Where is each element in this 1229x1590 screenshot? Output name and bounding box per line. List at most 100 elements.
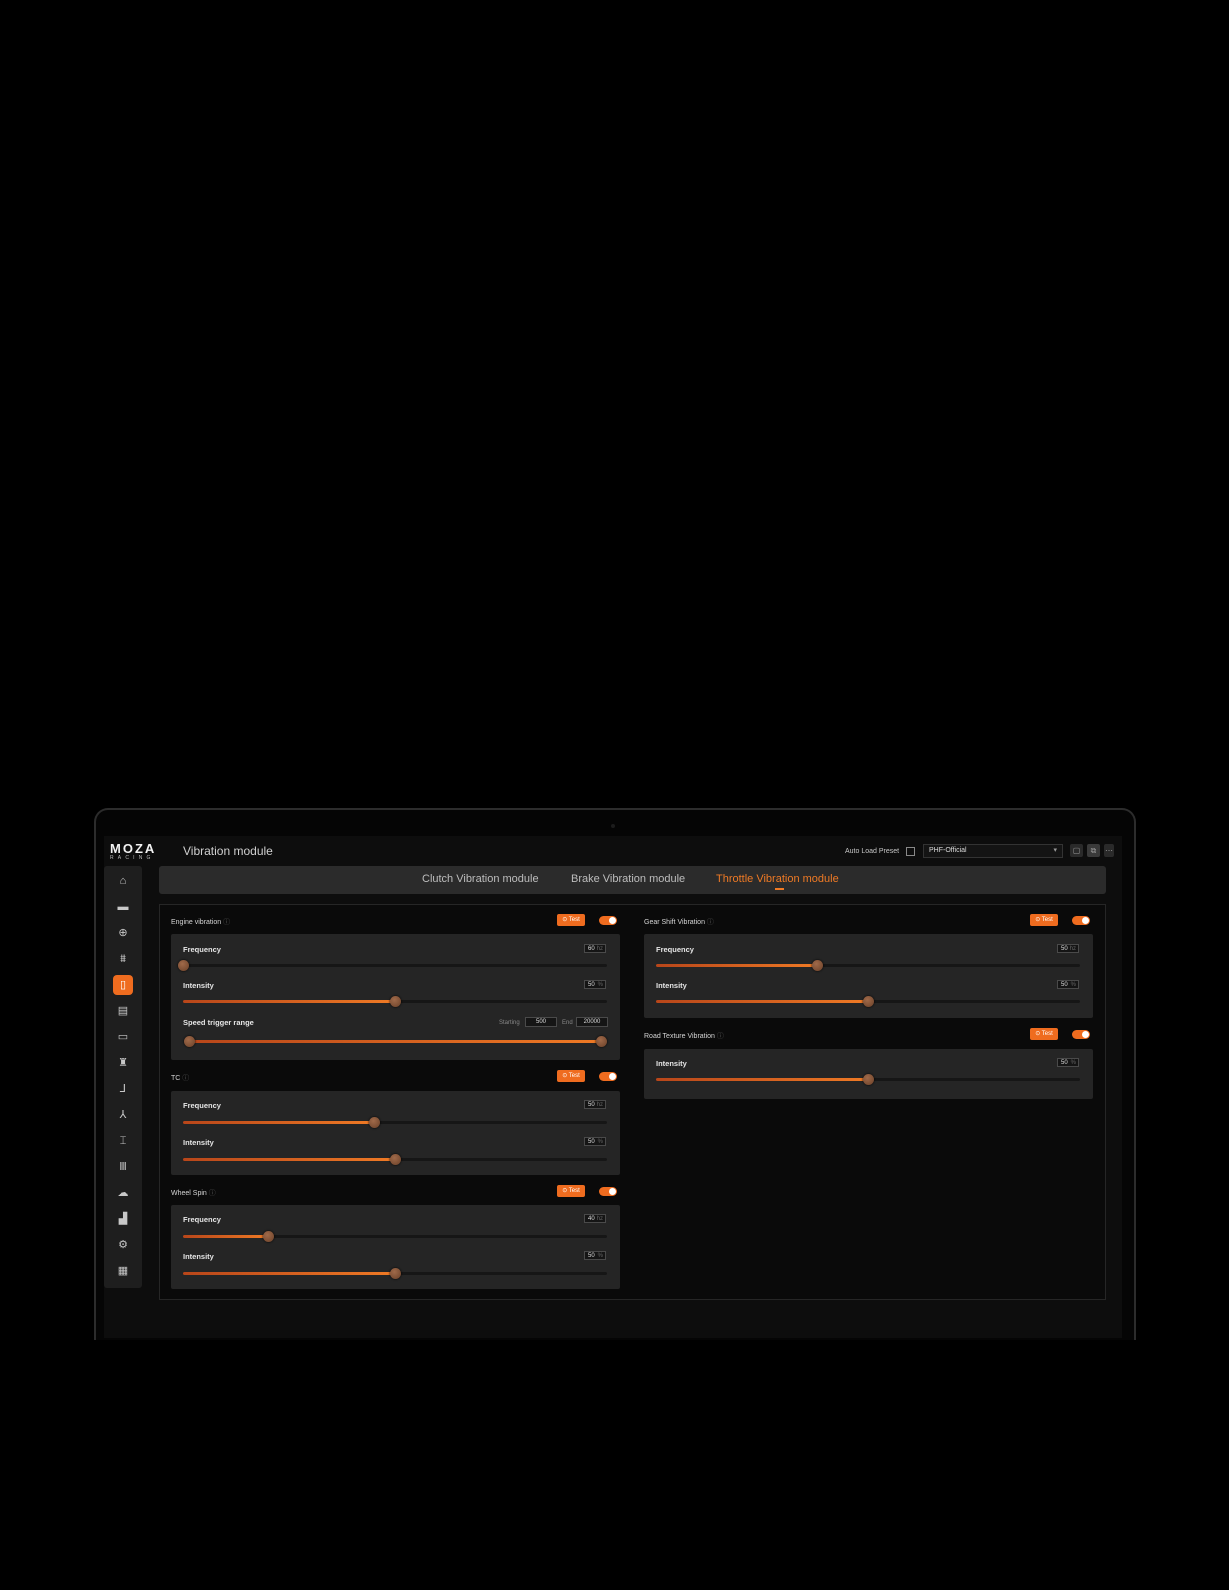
tc-frequency-input[interactable]: 50 hz bbox=[584, 1100, 606, 1109]
engine-intensity-label: Intensity bbox=[183, 981, 214, 990]
cloud-icon[interactable]: ☁ bbox=[113, 1183, 133, 1203]
settings-icon[interactable]: ⚙ bbox=[113, 1235, 133, 1255]
section-title-engine: Engine vibration ⓘ bbox=[171, 919, 231, 926]
sequential-icon[interactable]: ⅄ bbox=[113, 1105, 133, 1125]
tab-throttle[interactable]: Throttle Vibration module bbox=[716, 873, 839, 885]
moza-logo: MOZA RACING bbox=[110, 842, 170, 861]
tc-toggle[interactable] bbox=[599, 1072, 617, 1081]
wheelspin-intensity-input[interactable]: 50% bbox=[584, 1251, 606, 1260]
tc-intensity-label: Intensity bbox=[183, 1138, 214, 1147]
slider-thumb bbox=[390, 1154, 401, 1165]
road-toggle[interactable] bbox=[1072, 1030, 1090, 1039]
wheelspin-frequency-slider[interactable] bbox=[183, 1231, 607, 1242]
wheelspin-test-button[interactable]: ⊙ Test bbox=[557, 1185, 585, 1197]
preset-value: PHF-Official bbox=[929, 847, 967, 854]
range-thumb-end bbox=[596, 1036, 607, 1047]
tc-test-button[interactable]: ⊙ Test bbox=[557, 1070, 585, 1082]
gearshift-intensity-label: Intensity bbox=[656, 981, 687, 990]
engine-test-button[interactable]: ⊙ Test bbox=[557, 914, 585, 926]
slider-thumb bbox=[863, 1074, 874, 1085]
slider-thumb bbox=[178, 960, 189, 971]
display-icon[interactable]: ▤ bbox=[113, 1001, 133, 1021]
more-icon[interactable]: ⋯ bbox=[1104, 844, 1114, 857]
slider-thumb bbox=[390, 1268, 401, 1279]
road-panel: Intensity 50% bbox=[644, 1049, 1093, 1099]
section-title-road: Road Texture Vibration ⓘ bbox=[644, 1033, 724, 1040]
info-icon: ⓘ bbox=[208, 1190, 216, 1197]
firmware-icon[interactable]: ▦ bbox=[113, 1261, 133, 1281]
gearshift-frequency-slider[interactable] bbox=[656, 960, 1080, 971]
road-intensity-slider[interactable] bbox=[656, 1074, 1080, 1085]
range-thumb-start bbox=[184, 1036, 195, 1047]
tab-clutch[interactable]: Clutch Vibration module bbox=[422, 873, 539, 885]
wheelbase-icon[interactable]: ▬ bbox=[113, 897, 133, 917]
wheelspin-toggle[interactable] bbox=[599, 1187, 617, 1196]
engine-intensity-input[interactable]: 50% bbox=[584, 980, 606, 989]
dashboard-icon[interactable]: ⩩ bbox=[113, 949, 133, 969]
stand-icon[interactable]: ▟ bbox=[113, 1209, 133, 1229]
wheelspin-frequency-input[interactable]: 40 hz bbox=[584, 1214, 606, 1223]
logo-sub: RACING bbox=[110, 855, 155, 861]
speed-end-label: End bbox=[562, 1020, 573, 1026]
gearshift-toggle[interactable] bbox=[1072, 916, 1090, 925]
road-test-button[interactable]: ⊙ Test bbox=[1030, 1028, 1058, 1040]
gearshift-test-button[interactable]: ⊙ Test bbox=[1030, 914, 1058, 926]
speed-range-slider[interactable] bbox=[184, 1036, 607, 1047]
info-icon: ⓘ bbox=[223, 919, 231, 926]
wheelspin-frequency-label: Frequency bbox=[183, 1215, 221, 1224]
engine-intensity-slider[interactable] bbox=[183, 996, 607, 1007]
handbrake-icon[interactable]: ▭ bbox=[113, 1027, 133, 1047]
section-title-tc: TC ⓘ bbox=[171, 1075, 190, 1082]
slider-thumb bbox=[863, 996, 874, 1007]
auto-load-checkbox[interactable] bbox=[906, 847, 915, 856]
load-preset-icon[interactable]: ⧉ bbox=[1087, 844, 1100, 857]
wheelspin-intensity-slider[interactable] bbox=[183, 1268, 607, 1279]
gearshift-frequency-label: Frequency bbox=[656, 945, 694, 954]
pedal-icon[interactable]: ▯ bbox=[113, 975, 133, 995]
section-title-wheelspin: Wheel Spin ⓘ bbox=[171, 1190, 216, 1197]
tab-brake[interactable]: Brake Vibration module bbox=[571, 873, 685, 885]
home-icon[interactable]: ⌂ bbox=[113, 871, 133, 891]
save-preset-icon[interactable]: ▢ bbox=[1070, 844, 1083, 857]
slider-thumb bbox=[262, 1231, 274, 1242]
engine-frequency-input[interactable]: 60 hz bbox=[584, 944, 606, 953]
section-title-gearshift: Gear Shift Vibration ⓘ bbox=[644, 919, 714, 926]
shifter-icon[interactable]: ♜ bbox=[113, 1053, 133, 1073]
speed-end-input[interactable]: 20000 bbox=[576, 1017, 608, 1027]
lever-icon[interactable]: ⅃ bbox=[113, 1079, 133, 1099]
active-tab-indicator bbox=[775, 888, 784, 890]
info-icon: ⓘ bbox=[182, 1075, 190, 1082]
library-icon[interactable]: Ⅲ bbox=[113, 1157, 133, 1177]
preset-select[interactable]: PHF-Official ▾ bbox=[923, 844, 1063, 858]
page-title: Vibration module bbox=[183, 844, 273, 858]
camera-dot bbox=[611, 824, 615, 828]
chevron-down-icon: ▾ bbox=[1053, 847, 1057, 854]
speed-start-label: Starting bbox=[499, 1020, 520, 1026]
wheelspin-panel: Frequency 40 hz Intensity 50% bbox=[171, 1205, 620, 1289]
slider-thumb bbox=[368, 1117, 380, 1128]
wheelspin-intensity-label: Intensity bbox=[183, 1252, 214, 1261]
gearshift-panel: Frequency 50 hz Intensity 50% bbox=[644, 934, 1093, 1018]
slider-thumb bbox=[390, 996, 401, 1007]
wheel-hub-icon[interactable]: ⌶ bbox=[113, 1131, 133, 1151]
gearshift-intensity-input[interactable]: 50% bbox=[1057, 980, 1079, 989]
gearshift-intensity-slider[interactable] bbox=[656, 996, 1080, 1007]
speed-start-input[interactable]: 500 bbox=[525, 1017, 557, 1027]
engine-frequency-label: Frequency bbox=[183, 945, 221, 954]
steering-wheel-icon[interactable]: ⊕ bbox=[113, 923, 133, 943]
engine-frequency-slider[interactable] bbox=[178, 960, 607, 971]
engine-panel: Frequency 60 hz Intensity 50% Speed trigg… bbox=[171, 934, 620, 1060]
tc-panel: Frequency 50 hz Intensity 50% bbox=[171, 1091, 620, 1175]
engine-toggle[interactable] bbox=[599, 916, 617, 925]
tc-frequency-slider[interactable] bbox=[183, 1117, 607, 1128]
info-icon: ⓘ bbox=[706, 919, 714, 926]
tc-intensity-input[interactable]: 50% bbox=[584, 1137, 606, 1146]
sidebar: ⌂ ▬ ⊕ ⩩ ▯ ▤ ▭ ♜ ⅃ ⅄ ⌶ Ⅲ ☁ ▟ ⚙ ▦ bbox=[104, 866, 142, 1288]
road-intensity-input[interactable]: 50% bbox=[1057, 1058, 1079, 1067]
info-icon: ⓘ bbox=[716, 1033, 724, 1040]
auto-load-label: Auto Load Preset bbox=[845, 848, 900, 855]
gearshift-frequency-input[interactable]: 50 hz bbox=[1057, 944, 1079, 953]
slider-thumb bbox=[812, 960, 824, 971]
tc-intensity-slider[interactable] bbox=[183, 1154, 607, 1165]
tc-frequency-label: Frequency bbox=[183, 1101, 221, 1110]
